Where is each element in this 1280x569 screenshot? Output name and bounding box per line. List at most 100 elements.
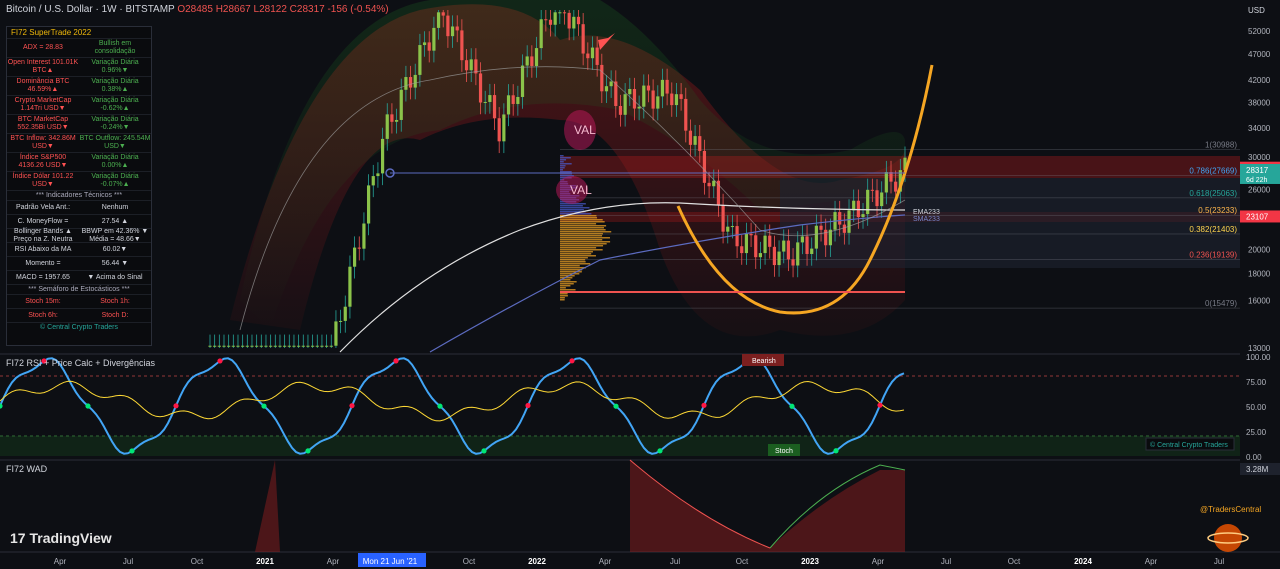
candle <box>423 42 426 45</box>
candle <box>684 99 687 131</box>
volume-bar <box>560 255 596 257</box>
tech-cell: Nenhum <box>79 204 151 212</box>
candle <box>740 246 743 253</box>
panel-cell: Índice S&P500 4136.26 USD▼ <box>7 154 79 170</box>
candle <box>367 185 370 223</box>
volume-bar <box>560 169 563 171</box>
volume-bar <box>560 237 610 239</box>
candle <box>544 19 547 20</box>
candle <box>787 241 790 260</box>
candle <box>376 173 379 176</box>
candle <box>535 48 538 66</box>
volume-bar <box>560 251 593 253</box>
candle <box>250 346 253 347</box>
candle <box>311 346 314 347</box>
candle <box>222 346 225 347</box>
volume-bar <box>560 243 607 245</box>
price-tick: 26000 <box>1248 185 1271 194</box>
time-tick: Oct <box>191 557 204 566</box>
candle <box>269 346 272 347</box>
fib-label: 0.618(25063) <box>1189 189 1237 198</box>
tradingview-logo[interactable]: 17 TradingView <box>10 530 112 546</box>
candle <box>642 86 645 107</box>
candle <box>246 346 249 347</box>
volume-bar <box>560 265 580 267</box>
candle <box>395 120 398 122</box>
rsi-signal-dot <box>789 404 794 409</box>
time-tick: Jul <box>123 557 133 566</box>
tech-row: RSI Abaixo da MA 60.02▼ <box>7 242 151 256</box>
candle <box>320 346 323 347</box>
candle <box>297 346 300 347</box>
tech-cell: Padrão Vela Ant.: <box>7 204 79 212</box>
candle <box>810 249 813 254</box>
stoch-title: *** Semáforo de Estocásticos *** <box>7 284 151 294</box>
candle <box>847 210 850 232</box>
candle <box>344 307 347 321</box>
stoch-row: Stoch 15m: Stoch 1h: <box>7 294 151 308</box>
time-tick: Jul <box>670 557 680 566</box>
candle <box>885 172 888 192</box>
candle <box>521 66 524 97</box>
candle <box>680 94 683 99</box>
panel-cell: ADX = 28.83 <box>7 44 79 52</box>
chart-window: 1(30988) 0.786(27669) 0.618(25063) 0.5(2323… <box>0 0 1280 569</box>
candle <box>759 253 762 257</box>
candle <box>675 94 678 105</box>
bearish-label: Bearish <box>752 358 776 365</box>
symbol-title[interactable]: Bitcoin / U.S. Dollar · 1W · BITSTAMP <box>6 4 175 15</box>
volume-bar <box>560 225 606 227</box>
tech-row: Bollinger Bands ▲ Preço na Z. Neutra BBWP… <box>7 228 151 242</box>
candle <box>400 90 403 120</box>
rsi-tick: 25.00 <box>1246 428 1267 437</box>
volume-bar <box>560 209 584 211</box>
candle <box>563 12 566 13</box>
tech-cell: ▼ Acima do Sinal <box>79 274 151 282</box>
supertrade-panel: FI72 SuperTrade 2022 ADX = 28.83 Bullish … <box>6 26 152 346</box>
time-tick: Oct <box>463 557 476 566</box>
volume-bar <box>560 267 586 269</box>
volume-bar <box>560 261 586 263</box>
candle <box>735 226 738 246</box>
candle <box>815 226 818 249</box>
currency-label[interactable]: USD <box>1248 6 1265 15</box>
price-tick: 18000 <box>1248 270 1271 279</box>
candle <box>353 248 356 267</box>
candle <box>516 97 519 104</box>
panel-row: BTC MarketCap 552.35Bi USD▼ Variação Diár… <box>7 114 151 133</box>
candle <box>460 30 463 60</box>
fib-label: 0.236(19139) <box>1189 251 1237 260</box>
time-tick: Jul <box>1214 557 1224 566</box>
fib-label: 0.382(21403) <box>1189 225 1237 234</box>
volume-bar <box>560 245 603 247</box>
candle <box>745 234 748 253</box>
candle <box>502 114 505 141</box>
candle <box>428 42 431 50</box>
candle <box>838 212 841 225</box>
volume-bar <box>560 163 572 165</box>
panel-cell: BTC Inflow: 342.86M USD▼ <box>7 135 79 151</box>
stoch-cell: Stoch 1h: <box>79 298 151 306</box>
candle <box>465 60 468 70</box>
volume-bar <box>560 223 596 225</box>
panel-cell: Variação Diária -0.62%▲ <box>79 97 151 113</box>
candle <box>703 151 706 183</box>
volume-bar <box>560 287 566 289</box>
tech-row: Momento = 56.44 ▼ <box>7 256 151 270</box>
volume-bar <box>560 239 602 241</box>
rsi-signal-dot <box>569 358 574 363</box>
candle <box>358 248 361 249</box>
candle <box>666 80 669 94</box>
volume-bar <box>560 229 606 231</box>
panel-row: Open Interest 101.01K BTC▲ Variação Diári… <box>7 57 151 76</box>
candle <box>670 94 673 106</box>
tech-row: MACD = 1957.65 ▼ Acima do Sinal <box>7 270 151 284</box>
volume-bar <box>560 249 603 251</box>
chart-canvas[interactable]: 1(30988) 0.786(27669) 0.618(25063) 0.5(2323… <box>0 0 1280 569</box>
tech-cell: RSI Abaixo da MA <box>7 246 79 254</box>
sma-label: SMA233 <box>913 216 940 223</box>
candle <box>442 12 445 15</box>
candle <box>530 56 533 66</box>
price-tick: 38000 <box>1248 99 1271 108</box>
candle <box>656 96 659 108</box>
